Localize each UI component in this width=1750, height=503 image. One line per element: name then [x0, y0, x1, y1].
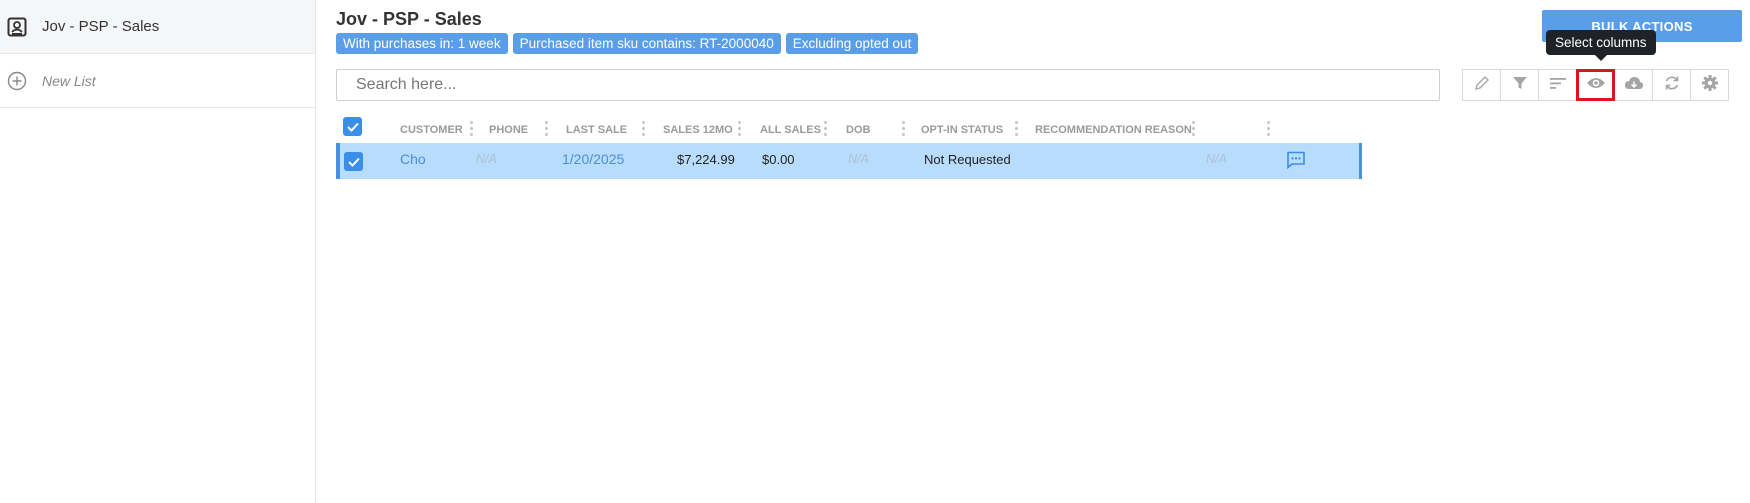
column-resize-handle[interactable] — [1192, 121, 1195, 137]
phone-cell: N/A — [476, 152, 497, 166]
filter-icon — [1512, 75, 1528, 96]
check-icon — [346, 122, 359, 132]
column-header-sales-12mo[interactable]: SALES 12MO — [663, 124, 733, 136]
contact-card-icon — [6, 16, 28, 38]
column-header-last-sale[interactable]: LAST SALE — [566, 124, 627, 136]
cloud-download-icon — [1624, 75, 1644, 96]
filter-chip[interactable]: With purchases in: 1 week — [336, 33, 508, 54]
search-input[interactable] — [336, 69, 1440, 101]
column-resize-handle[interactable] — [738, 121, 741, 137]
customer-table: CUSTOMER PHONE LAST SALE SALES 12MO ALL … — [336, 115, 1362, 179]
page-title: Jov - PSP - Sales — [336, 9, 482, 29]
column-header-all-sales[interactable]: ALL SALES — [760, 124, 821, 136]
sidebar-item-label: Jov - PSP - Sales — [42, 18, 160, 35]
filter-chip[interactable]: Purchased item sku contains: RT-2000040 — [512, 33, 781, 54]
settings-button[interactable] — [1690, 69, 1729, 101]
select-columns-button[interactable] — [1576, 69, 1615, 101]
gear-icon — [1701, 74, 1719, 97]
select-all-checkbox[interactable] — [343, 117, 362, 136]
filter-chip[interactable]: Excluding opted out — [785, 33, 919, 54]
pencil-icon — [1473, 74, 1491, 97]
sort-icon — [1549, 76, 1567, 95]
add-circle-icon — [6, 70, 28, 92]
column-header-opt-in-status[interactable]: OPT-IN STATUS — [921, 124, 1003, 136]
eye-icon — [1586, 76, 1606, 95]
customer-name-link[interactable]: Cho — [400, 151, 426, 167]
column-resize-handle[interactable] — [1015, 121, 1018, 137]
new-list-button[interactable]: New List — [0, 54, 315, 108]
sidebar: Jov - PSP - Sales New List — [0, 0, 316, 503]
column-header-dob[interactable]: DOB — [846, 124, 870, 136]
check-icon — [347, 157, 360, 167]
column-resize-handle[interactable] — [642, 121, 645, 137]
column-header-phone[interactable]: PHONE — [489, 124, 528, 136]
message-button[interactable] — [1286, 151, 1306, 172]
column-resize-handle[interactable] — [470, 121, 473, 137]
column-resize-handle[interactable] — [1267, 121, 1270, 137]
opt-in-status-cell: Not Requested — [924, 152, 1011, 167]
edit-button[interactable] — [1462, 69, 1501, 101]
column-header-recommendation-reason[interactable]: RECOMMENDATION REASON — [1035, 124, 1192, 136]
filter-chips: With purchases in: 1 week Purchased item… — [336, 33, 919, 54]
row-checkbox[interactable] — [344, 152, 363, 171]
all-sales-cell: $0.00 — [762, 152, 795, 167]
refresh-button[interactable] — [1652, 69, 1691, 101]
sales-12mo-cell: $7,224.99 — [677, 152, 735, 167]
sidebar-item-list[interactable]: Jov - PSP - Sales — [0, 0, 315, 54]
sort-button[interactable] — [1538, 69, 1577, 101]
select-columns-tooltip: Select columns — [1546, 30, 1656, 61]
table-header: CUSTOMER PHONE LAST SALE SALES 12MO ALL … — [336, 115, 1362, 143]
refresh-icon — [1663, 74, 1681, 97]
column-resize-handle[interactable] — [902, 121, 905, 137]
toolbar — [1462, 69, 1729, 101]
download-button[interactable] — [1614, 69, 1653, 101]
new-list-label: New List — [42, 72, 96, 89]
last-sale-link[interactable]: 1/20/2025 — [562, 151, 624, 167]
column-header-customer[interactable]: CUSTOMER — [400, 124, 463, 136]
column-resize-handle[interactable] — [545, 121, 548, 137]
extra-cell: N/A — [1206, 152, 1227, 166]
chat-icon — [1287, 151, 1305, 170]
table-row[interactable]: Cho N/A 1/20/2025 $7,224.99 $0.00 N/A No… — [336, 143, 1362, 179]
column-resize-handle[interactable] — [824, 121, 827, 137]
filter-button[interactable] — [1500, 69, 1539, 101]
dob-cell: N/A — [848, 152, 869, 166]
